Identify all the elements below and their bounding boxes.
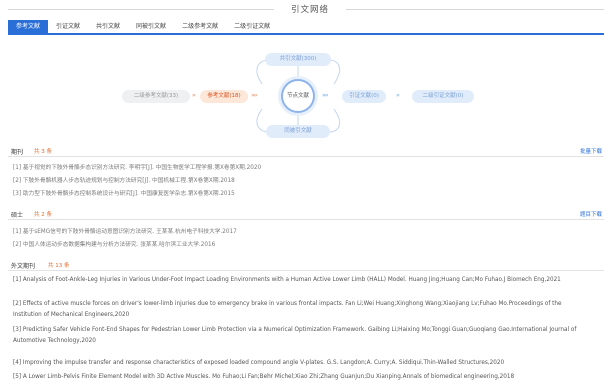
section-label: 期刊: [11, 149, 24, 156]
tab-references[interactable]: 参考文献: [8, 20, 49, 33]
section-label: 硕士: [11, 212, 24, 219]
reference-item[interactable]: [1] Analysis of Foot-Ankle-Leg Injuries …: [13, 275, 585, 286]
batch-download-link[interactable]: 批量下载: [580, 147, 602, 155]
foreign-journal-section-header: 外文期刊 共 13 条: [8, 260, 604, 271]
tab-secondary-references[interactable]: 二级参考文献: [174, 20, 226, 33]
thesis-section-header: 硕士 共 2 条 题目下载: [8, 209, 604, 220]
result-count: 共 13 条: [48, 263, 70, 269]
arrow-right-icon: ››: [396, 92, 400, 99]
tab-co-citation[interactable]: 同被引文献: [128, 20, 174, 33]
reference-item[interactable]: [1] 基于视觉的下肢外骨骼步态识别方法研究. 李明宇[J]. 中国生物医学工程…: [13, 162, 261, 171]
reference-item[interactable]: [1] 基于sEMG信号的下肢外骨骼运动意图识别方法研究. 王某某.杭州电子科技…: [13, 226, 237, 235]
reference-item[interactable]: [2] 中国人体运动步态数据集构建与分析方法研究. 张某某.哈尔滨工业大学.20…: [13, 239, 215, 248]
page-title: 引文网络: [290, 5, 329, 15]
arrow-right-icon: ››››: [251, 92, 258, 99]
citation-network-diagram: 共引文献(300) 二级参考文献(33) ›› 参考文献(18) ›››› 节点…: [0, 36, 612, 142]
reference-item[interactable]: [4] Improving the impulse transfer and r…: [13, 358, 585, 369]
arrow-right-icon: ››: [192, 92, 196, 99]
node-citing[interactable]: 引证文献(0): [342, 90, 386, 103]
result-count: 共 2 条: [34, 212, 52, 218]
divider: [346, 9, 604, 10]
reference-item[interactable]: [3] Predicting Safer Vehicle Font-End Sh…: [13, 325, 585, 347]
journal-section-header: 期刊 共 3 条 批量下载: [8, 146, 604, 157]
reference-item[interactable]: [5] A Lower Limb-Pelvis Finite Element M…: [13, 372, 585, 383]
tab-citing[interactable]: 引证文献: [48, 20, 88, 33]
divider: [8, 9, 274, 10]
result-count: 共 3 条: [34, 149, 52, 155]
tab-co-cited[interactable]: 共引文献: [88, 20, 128, 33]
reference-item[interactable]: [2] Effects of active muscle forces on d…: [13, 299, 585, 321]
section-header: 引文网络: [8, 0, 604, 18]
download-link[interactable]: 题目下载: [580, 210, 602, 218]
tab-secondary-citing[interactable]: 二级引证文献: [226, 20, 278, 33]
tab-bar: 参考文献 引证文献 共引文献 同被引文献 二级参考文献 二级引证文献: [8, 20, 604, 35]
reference-item[interactable]: [3] 助力型下肢外骨骼步态控制系统设计与研究[J]. 中国康复医学杂志.第X卷…: [13, 188, 235, 197]
arrow-right-icon: ››››: [322, 92, 329, 99]
node-current-document[interactable]: 节点文献: [281, 79, 315, 113]
node-secondary-citing[interactable]: 二级引证文献(0): [412, 90, 474, 103]
node-co-cited[interactable]: 共引文献(300): [265, 53, 331, 66]
node-co-citation[interactable]: 同被引文献: [266, 125, 330, 138]
node-secondary-references[interactable]: 二级参考文献(33): [122, 90, 190, 103]
node-references[interactable]: 参考文献(18): [200, 90, 248, 103]
reference-item[interactable]: [2] 下肢外骨骼机器人步态轨迹规划与控制方法研究[J]. 中国机械工程.第X卷…: [13, 175, 235, 184]
section-label: 外文期刊: [11, 263, 36, 270]
